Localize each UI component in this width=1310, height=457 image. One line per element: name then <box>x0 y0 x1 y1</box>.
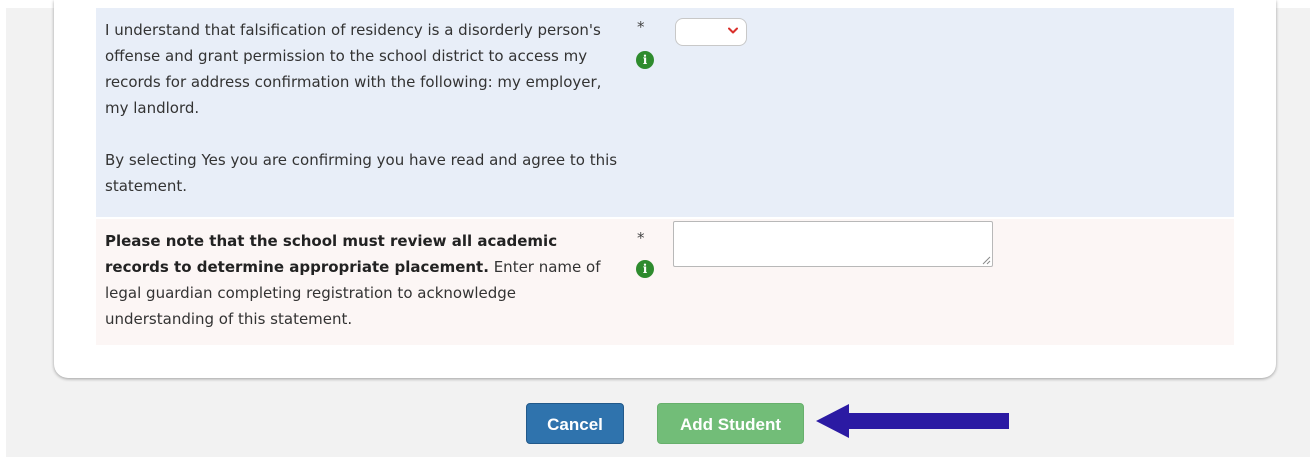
academic-ack-row: Please note that the school must review … <box>96 219 1234 345</box>
academic-ack-label: Please note that the school must review … <box>105 228 625 332</box>
required-marker: * <box>637 18 645 36</box>
add-student-button[interactable]: Add Student <box>657 403 804 444</box>
chevron-down-icon <box>728 27 738 34</box>
required-marker: * <box>637 229 645 247</box>
info-icon[interactable]: i <box>636 260 654 278</box>
residency-yes-no-select[interactable] <box>675 18 747 46</box>
residency-question-label: I understand that falsification of resid… <box>105 17 625 199</box>
residency-question-row: I understand that falsification of resid… <box>96 8 1234 217</box>
guardian-name-textarea[interactable] <box>673 221 993 267</box>
residency-agree-text: By selecting Yes you are confirming you … <box>105 151 618 195</box>
info-icon[interactable]: i <box>636 51 654 69</box>
residency-statement-text: I understand that falsification of resid… <box>105 21 602 117</box>
cancel-button[interactable]: Cancel <box>526 403 624 444</box>
arrow-left-icon <box>816 404 1009 438</box>
